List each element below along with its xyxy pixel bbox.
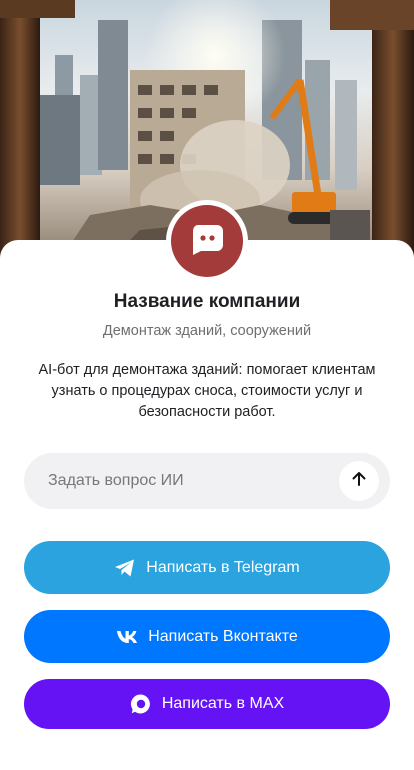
vk-button[interactable]: Написать Вконтакте bbox=[24, 610, 390, 663]
max-button[interactable]: Написать в MAX bbox=[24, 679, 390, 729]
telegram-button-label: Написать в Telegram bbox=[146, 558, 300, 576]
company-name: Название компании bbox=[113, 291, 301, 312]
arrow-up-icon bbox=[350, 470, 368, 493]
max-icon bbox=[130, 693, 152, 715]
company-description: AI-бот для демонтажа зданий: помогает кл… bbox=[38, 362, 376, 420]
company-subtitle: Демонтаж зданий, сооружений bbox=[102, 323, 312, 339]
ask-ai-box bbox=[24, 453, 390, 509]
telegram-icon bbox=[114, 558, 136, 578]
max-button-label: Написать в MAX bbox=[161, 695, 285, 712]
send-button[interactable] bbox=[339, 461, 379, 501]
vk-button-label: Написать Вконтакте bbox=[148, 627, 298, 645]
avatar bbox=[171, 205, 243, 277]
chat-bubble-icon bbox=[189, 221, 225, 262]
ask-ai-input[interactable] bbox=[48, 453, 338, 509]
vk-icon bbox=[116, 630, 138, 644]
telegram-button[interactable]: Написать в Telegram bbox=[24, 541, 390, 594]
